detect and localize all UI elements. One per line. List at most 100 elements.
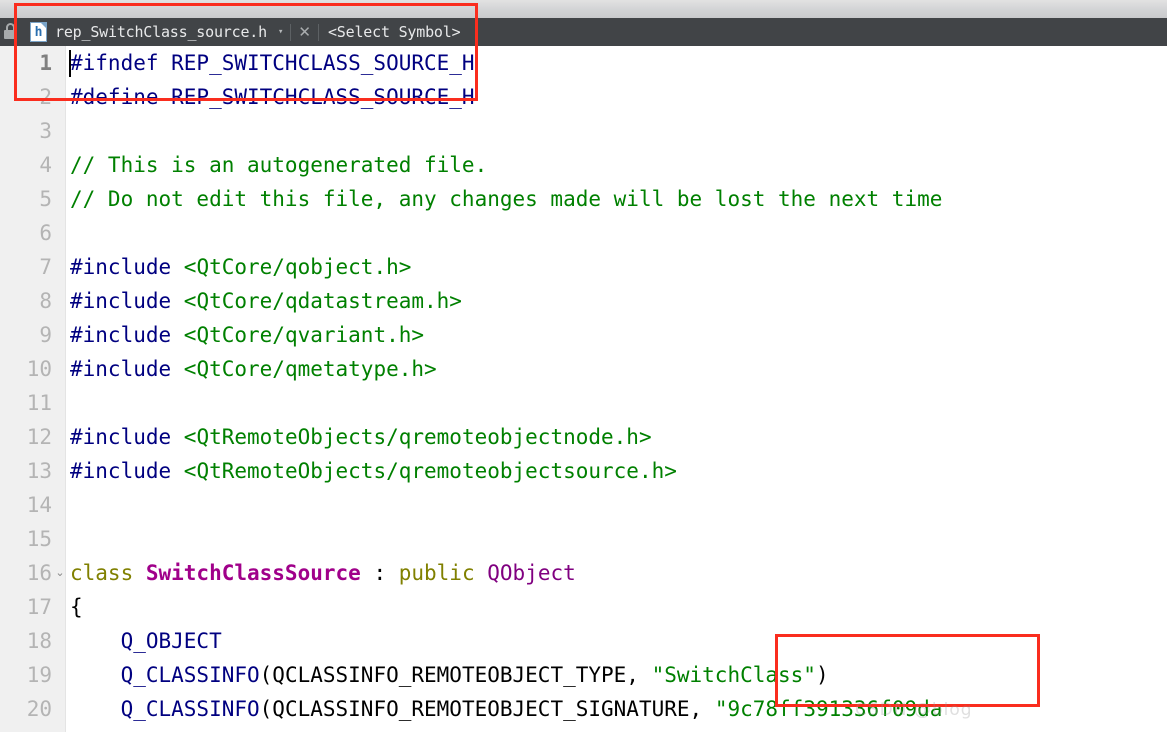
line-number: 4	[39, 153, 52, 177]
line-number: 13	[26, 459, 52, 483]
code-token: Q_OBJECT	[120, 629, 222, 653]
code-token: // Do not edit this file, any changes ma…	[70, 187, 943, 211]
code-text: #include <QtRemoteObjects/qremoteobjectn…	[70, 420, 652, 454]
code-line[interactable]: 11	[0, 386, 1167, 420]
code-lines: 1 #ifndef REP_SWITCHCLASS_SOURCE_H 2 #defin…	[0, 46, 1167, 732]
line-number: 20	[26, 697, 52, 721]
window-top-strip	[0, 0, 1167, 18]
line-number: 16	[26, 561, 52, 585]
code-token: #define REP_SWITCHCLASS_SOURCE_H	[70, 85, 475, 109]
line-number: 15	[26, 527, 52, 551]
close-icon[interactable]: ✕	[291, 24, 318, 40]
line-number: 14	[26, 493, 52, 517]
code-line[interactable]: 17 {	[0, 590, 1167, 624]
code-token: <QtCore/qdatastream.h>	[183, 289, 462, 313]
line-number: 8	[39, 289, 52, 313]
line-number: 3	[39, 119, 52, 143]
code-line[interactable]: 3	[0, 114, 1167, 148]
code-text: #include <QtCore/qdatastream.h>	[70, 284, 462, 318]
code-token: #include	[70, 255, 184, 279]
code-line[interactable]: 9 #include <QtCore/qvariant.h>	[0, 318, 1167, 352]
code-text: #include <QtCore/qobject.h>	[70, 250, 411, 284]
code-text: Q_OBJECT	[70, 624, 222, 658]
code-line[interactable]: 7 #include <QtCore/qobject.h>	[0, 250, 1167, 284]
code-line[interactable]: 2 #define REP_SWITCHCLASS_SOURCE_H	[0, 80, 1167, 114]
code-line[interactable]: 4 // This is an autogenerated file.	[0, 148, 1167, 182]
line-number: 18	[26, 629, 52, 653]
code-token: #include	[70, 459, 184, 483]
code-token: <QtCore/qvariant.h>	[183, 323, 425, 347]
line-number: 5	[39, 187, 52, 211]
code-line[interactable]: 10 #include <QtCore/qmetatype.h>	[0, 352, 1167, 386]
code-line[interactable]: 19 Q_CLASSINFO(QCLASSINFO_REMOTEOBJECT_T…	[0, 658, 1167, 692]
code-token: Q_CLASSINFO	[120, 697, 260, 721]
code-token: {	[70, 595, 83, 619]
code-text: Q_CLASSINFO(QCLASSINFO_REMOTEOBJECT_SIGN…	[70, 692, 943, 726]
code-token: :	[360, 561, 399, 585]
code-token: // This is an autogenerated file.	[70, 153, 488, 177]
line-number: 1	[39, 51, 52, 75]
code-token: )	[815, 663, 829, 687]
code-token: #ifndef REP_SWITCHCLASS_SOURCE_H	[70, 51, 475, 75]
code-line[interactable]: 18 Q_OBJECT	[0, 624, 1167, 658]
code-text: #define REP_SWITCHCLASS_SOURCE_H	[70, 80, 475, 114]
code-token: <QtCore/qobject.h>	[183, 255, 412, 279]
file-icon-glyph: h	[34, 25, 43, 40]
code-editor-area[interactable]: 1 #ifndef REP_SWITCHCLASS_SOURCE_H 2 #defin…	[0, 46, 1167, 732]
code-token: "9c78ff391336f09da	[714, 697, 943, 721]
code-line[interactable]: 15	[0, 522, 1167, 556]
code-token: public	[398, 561, 488, 585]
code-text: // This is an autogenerated file.	[70, 148, 487, 182]
line-number: 9	[39, 323, 52, 347]
code-token: "SwitchClass"	[651, 663, 816, 687]
code-line[interactable]: 8 #include <QtCore/qdatastream.h>	[0, 284, 1167, 318]
code-line[interactable]: 20 Q_CLASSINFO(QCLASSINFO_REMOTEOBJECT_S…	[0, 692, 1167, 726]
line-number: 12	[26, 425, 52, 449]
code-line[interactable]: 16 ⌄ class SwitchClassSource : public QObj…	[0, 556, 1167, 590]
code-token: class	[70, 561, 146, 585]
code-text: #include <QtCore/qvariant.h>	[70, 318, 424, 352]
line-number: 10	[26, 357, 52, 381]
code-text: #ifndef REP_SWITCHCLASS_SOURCE_H	[70, 46, 475, 80]
line-number: 19	[26, 663, 52, 687]
code-line[interactable]: 12 #include <QtRemoteObjects/qremoteobjec…	[0, 420, 1167, 454]
chevron-down-icon[interactable]: ▾	[278, 27, 283, 37]
tab-title[interactable]: rep_SwitchClass_source.h	[55, 23, 267, 41]
code-text: // Do not edit this file, any changes ma…	[70, 182, 942, 216]
line-number: 11	[26, 391, 52, 415]
symbol-selector[interactable]: <Select Symbol>	[328, 23, 461, 41]
code-text: Q_CLASSINFO(QCLASSINFO_REMOTEOBJECT_TYPE…	[70, 658, 829, 692]
code-token: <QtRemoteObjects/qremoteobjectnode.h>	[183, 425, 652, 449]
code-token: (QCLASSINFO_REMOTEOBJECT_TYPE,	[259, 663, 652, 687]
line-number: 7	[39, 255, 52, 279]
code-line[interactable]: 13 #include <QtRemoteObjects/qremoteobjec…	[0, 454, 1167, 488]
code-token: Q_CLASSINFO	[120, 663, 260, 687]
code-token: <QtRemoteObjects/qremoteobjectsource.h>	[183, 459, 677, 483]
code-editor-window: h rep_SwitchClass_source.h ▾ ✕ <Select S…	[0, 0, 1167, 732]
code-text: class SwitchClassSource : public QObject	[70, 556, 576, 590]
header-file-icon: h	[30, 22, 47, 42]
tab-separator-2	[317, 23, 319, 41]
code-token: SwitchClassSource	[145, 561, 361, 585]
editor-tab-bar: h rep_SwitchClass_source.h ▾ ✕ <Select S…	[0, 18, 1167, 46]
line-number: 17	[26, 595, 52, 619]
code-text: #include <QtRemoteObjects/qremoteobjects…	[70, 454, 677, 488]
code-token: #include	[70, 357, 184, 381]
line-number: 2	[39, 85, 52, 109]
code-text: #include <QtCore/qmetatype.h>	[70, 352, 437, 386]
fold-chevron-icon[interactable]: ⌄	[54, 556, 66, 590]
code-token: #include	[70, 323, 184, 347]
code-token: (QCLASSINFO_REMOTEOBJECT_SIGNATURE,	[259, 697, 715, 721]
code-token: #include	[70, 289, 184, 313]
code-text: {	[70, 590, 83, 624]
code-line[interactable]: 5 // Do not edit this file, any changes m…	[0, 182, 1167, 216]
code-line[interactable]: 14	[0, 488, 1167, 522]
code-line[interactable]: 1 #ifndef REP_SWITCHCLASS_SOURCE_H	[0, 46, 1167, 80]
code-token: #include	[70, 425, 184, 449]
code-line[interactable]: 6	[0, 216, 1167, 250]
text-caret	[69, 50, 71, 77]
lock-icon[interactable]	[3, 22, 19, 42]
